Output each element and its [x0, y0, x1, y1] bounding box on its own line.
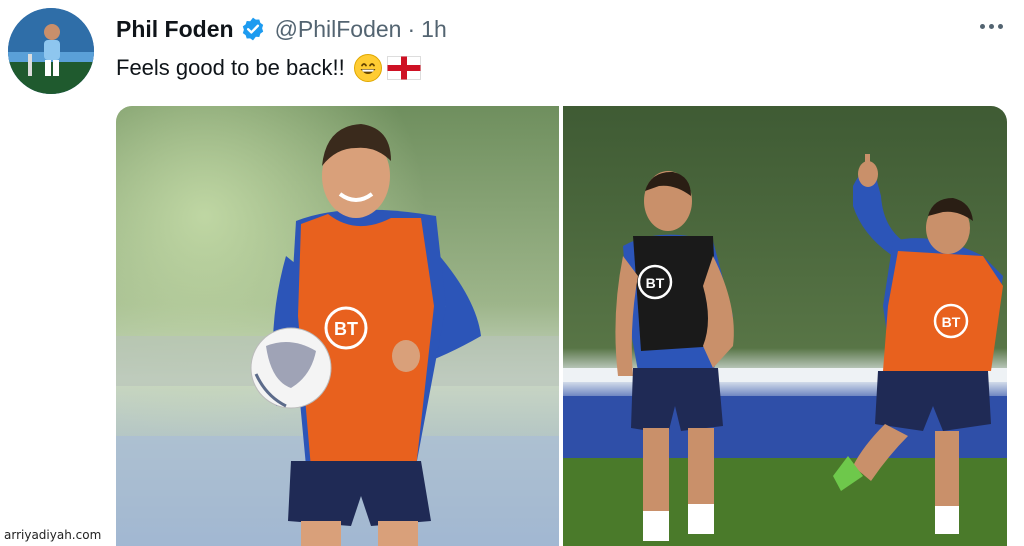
- tweet-text-content: Feels good to be back!!: [116, 55, 345, 80]
- tweet-header: Phil Foden @PhilFoden · 1h: [116, 12, 447, 46]
- tweet-text: Feels good to be back!!: [116, 52, 421, 84]
- england-flag-emoji: [386, 56, 421, 80]
- display-name[interactable]: Phil Foden: [116, 16, 234, 43]
- user-handle[interactable]: @PhilFoden: [275, 16, 402, 43]
- tweet-card[interactable]: Phil Foden @PhilFoden · 1h Feels good to…: [0, 0, 1024, 546]
- photo-players-celebrating[interactable]: BT BT: [563, 106, 1007, 546]
- bib-logo-text-right: BT: [942, 314, 961, 330]
- tweet-media-grid: BT BT BT: [116, 106, 1007, 546]
- bib-logo-text: BT: [334, 319, 358, 339]
- photo-player-holding-ball[interactable]: BT: [116, 106, 559, 546]
- separator-dot: ·: [407, 15, 416, 42]
- avatar-image: [8, 8, 94, 94]
- timestamp[interactable]: 1h: [421, 16, 447, 43]
- more-options-icon[interactable]: [976, 14, 1006, 38]
- grinning-face-emoji: [353, 53, 383, 83]
- bib-logo-text-left: BT: [646, 275, 665, 291]
- verified-badge-icon: [240, 16, 266, 42]
- avatar[interactable]: [8, 8, 94, 94]
- watermark: arriyadiyah.com: [4, 528, 102, 542]
